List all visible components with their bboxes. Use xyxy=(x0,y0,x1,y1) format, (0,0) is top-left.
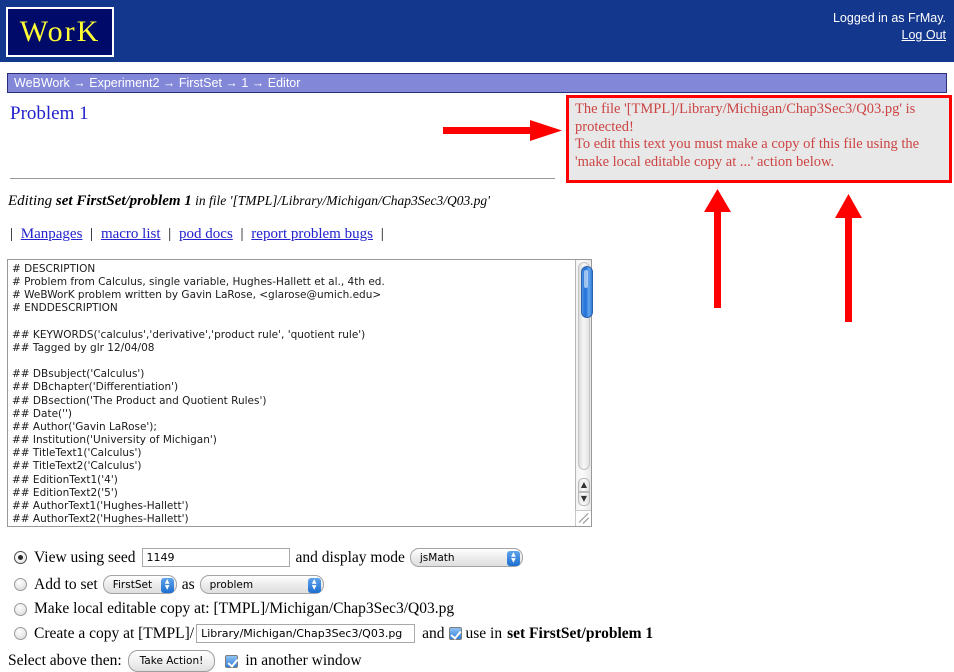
chevron-updown-icon[interactable]: ▲ ▼ xyxy=(506,550,520,566)
display-mode-select[interactable]: jsMath ▲ ▼ xyxy=(409,548,523,567)
radio-view-using-seed[interactable] xyxy=(14,551,27,564)
editor-scrollbar[interactable]: ▲ ▼ xyxy=(575,260,593,526)
stepper-down-glyph: ▼ xyxy=(311,584,317,591)
link-separator: | xyxy=(240,226,244,242)
top-banner: WorK Logged in as FrMay. Log Out xyxy=(0,0,954,62)
create-copy-row: Create a copy at [TMPL]/ Library/Michiga… xyxy=(14,624,653,643)
scroll-down-glyph: ▼ xyxy=(580,494,588,503)
view-seed-label: View using seed xyxy=(34,548,136,566)
scroll-up-arrow-icon[interactable]: ▲ xyxy=(578,478,590,492)
breadcrumb[interactable]: WeBWork → Experiment2 → FirstSet → 1 → E… xyxy=(7,73,947,93)
horizontal-divider xyxy=(10,178,555,179)
link-separator: | xyxy=(10,226,14,242)
scroll-up-glyph: ▲ xyxy=(580,480,588,489)
annotation-arrow-right xyxy=(443,120,562,141)
annotation-arrow-up-right xyxy=(835,194,862,322)
set-select[interactable]: FirstSet ▲ ▼ xyxy=(102,575,177,594)
doc-links-bar: | Manpages | macro list | pod docs | rep… xyxy=(8,226,386,243)
site-logo-text: WorK xyxy=(19,15,101,48)
scroll-down-arrow-icon[interactable]: ▼ xyxy=(578,492,590,506)
stepper-down-glyph: ▼ xyxy=(511,557,516,564)
site-logo: WorK xyxy=(6,7,114,57)
add-to-set-row: Add to set FirstSet ▲ ▼ as problem ▲ ▼ xyxy=(14,575,329,594)
chevron-updown-icon[interactable]: ▲ ▼ xyxy=(160,577,174,593)
stepper-down-glyph: ▼ xyxy=(164,584,170,591)
use-in-label: use in xyxy=(465,624,503,642)
file-protected-warning: The file '[TMPL]/Library/Michigan/Chap3S… xyxy=(566,95,952,183)
link-manpages[interactable]: Manpages xyxy=(19,226,85,242)
scrollbar-track[interactable] xyxy=(578,262,593,470)
resize-grip-icon[interactable] xyxy=(575,510,591,526)
set-value: FirstSet xyxy=(112,578,153,591)
take-action-row: Select above then: Take Action! in anoth… xyxy=(8,650,362,672)
page-title: Problem 1 xyxy=(10,103,89,124)
editing-set-label: set FirstSet/problem 1 xyxy=(55,193,192,209)
login-info: Logged in as FrMay. Log Out xyxy=(833,10,946,44)
display-mode-value: jsMath xyxy=(419,551,455,564)
radio-add-to-set[interactable] xyxy=(14,578,27,591)
checkbox-use-in-set[interactable] xyxy=(448,627,462,640)
chevron-updown-icon[interactable]: ▲ ▼ xyxy=(307,577,321,593)
take-action-button[interactable]: Take Action! xyxy=(127,650,216,672)
editing-status-line: Editing set FirstSet/problem 1 in file '… xyxy=(8,193,490,210)
add-to-set-label: Add to set xyxy=(34,575,98,593)
logout-link[interactable]: Log Out xyxy=(833,27,946,44)
view-using-seed-row: View using seed 1149 and display mode js… xyxy=(14,548,528,567)
problem-source-text[interactable]: # DESCRIPTION # Problem from Calculus, s… xyxy=(12,263,572,525)
editing-middle: in file xyxy=(191,193,230,208)
problem-value: problem xyxy=(209,578,254,591)
another-window-label: in another window xyxy=(245,652,362,669)
link-report-problem-bugs[interactable]: report problem bugs xyxy=(249,226,375,242)
create-copy-label: Create a copy at [TMPL]/ xyxy=(34,624,195,642)
problem-source-editor[interactable]: # DESCRIPTION # Problem from Calculus, s… xyxy=(7,259,593,527)
radio-create-copy[interactable] xyxy=(14,627,27,640)
warning-line-4: 'make local editable copy at ...' action… xyxy=(575,154,835,171)
make-local-copy-label: Make local editable copy at: [TMPL]/Mich… xyxy=(34,600,455,617)
annotation-arrow-up-left xyxy=(704,189,731,308)
link-separator: | xyxy=(168,226,172,242)
warning-line-3: To edit this text you must make a copy o… xyxy=(575,136,920,153)
link-separator: | xyxy=(90,226,94,242)
scrollbar-thumb[interactable] xyxy=(581,266,593,318)
seed-input[interactable]: 1149 xyxy=(141,548,290,567)
radio-make-local-copy[interactable] xyxy=(14,602,27,616)
make-local-copy-row: Make local editable copy at: [TMPL]/Mich… xyxy=(14,600,454,618)
problem-select[interactable]: problem ▲ ▼ xyxy=(199,575,324,594)
warning-line-1: The file '[TMPL]/Library/Michigan/Chap3S… xyxy=(575,101,916,117)
select-above-label: Select above then: xyxy=(8,652,122,669)
top-banner-background xyxy=(0,0,954,62)
copy-path-input[interactable]: Library/Michigan/Chap3Sec3/Q03.pg xyxy=(196,624,416,643)
editing-prefix: Editing xyxy=(8,193,56,209)
display-mode-label: and display mode xyxy=(295,548,405,566)
use-in-target-label: set FirstSet/problem 1 xyxy=(507,624,654,642)
link-macro-list[interactable]: macro list xyxy=(99,226,163,242)
warning-line-2: protected! xyxy=(575,118,634,135)
link-separator: | xyxy=(380,226,384,242)
editing-file-path: '[TMPL]/Library/Michigan/Chap3Sec3/Q03.p… xyxy=(229,193,491,208)
link-pod-docs[interactable]: pod docs xyxy=(177,226,235,242)
as-label: as xyxy=(181,575,195,593)
checkbox-another-window[interactable] xyxy=(225,654,239,668)
logged-in-text: Logged in as FrMay. xyxy=(832,11,946,25)
and-label: and xyxy=(422,624,445,642)
